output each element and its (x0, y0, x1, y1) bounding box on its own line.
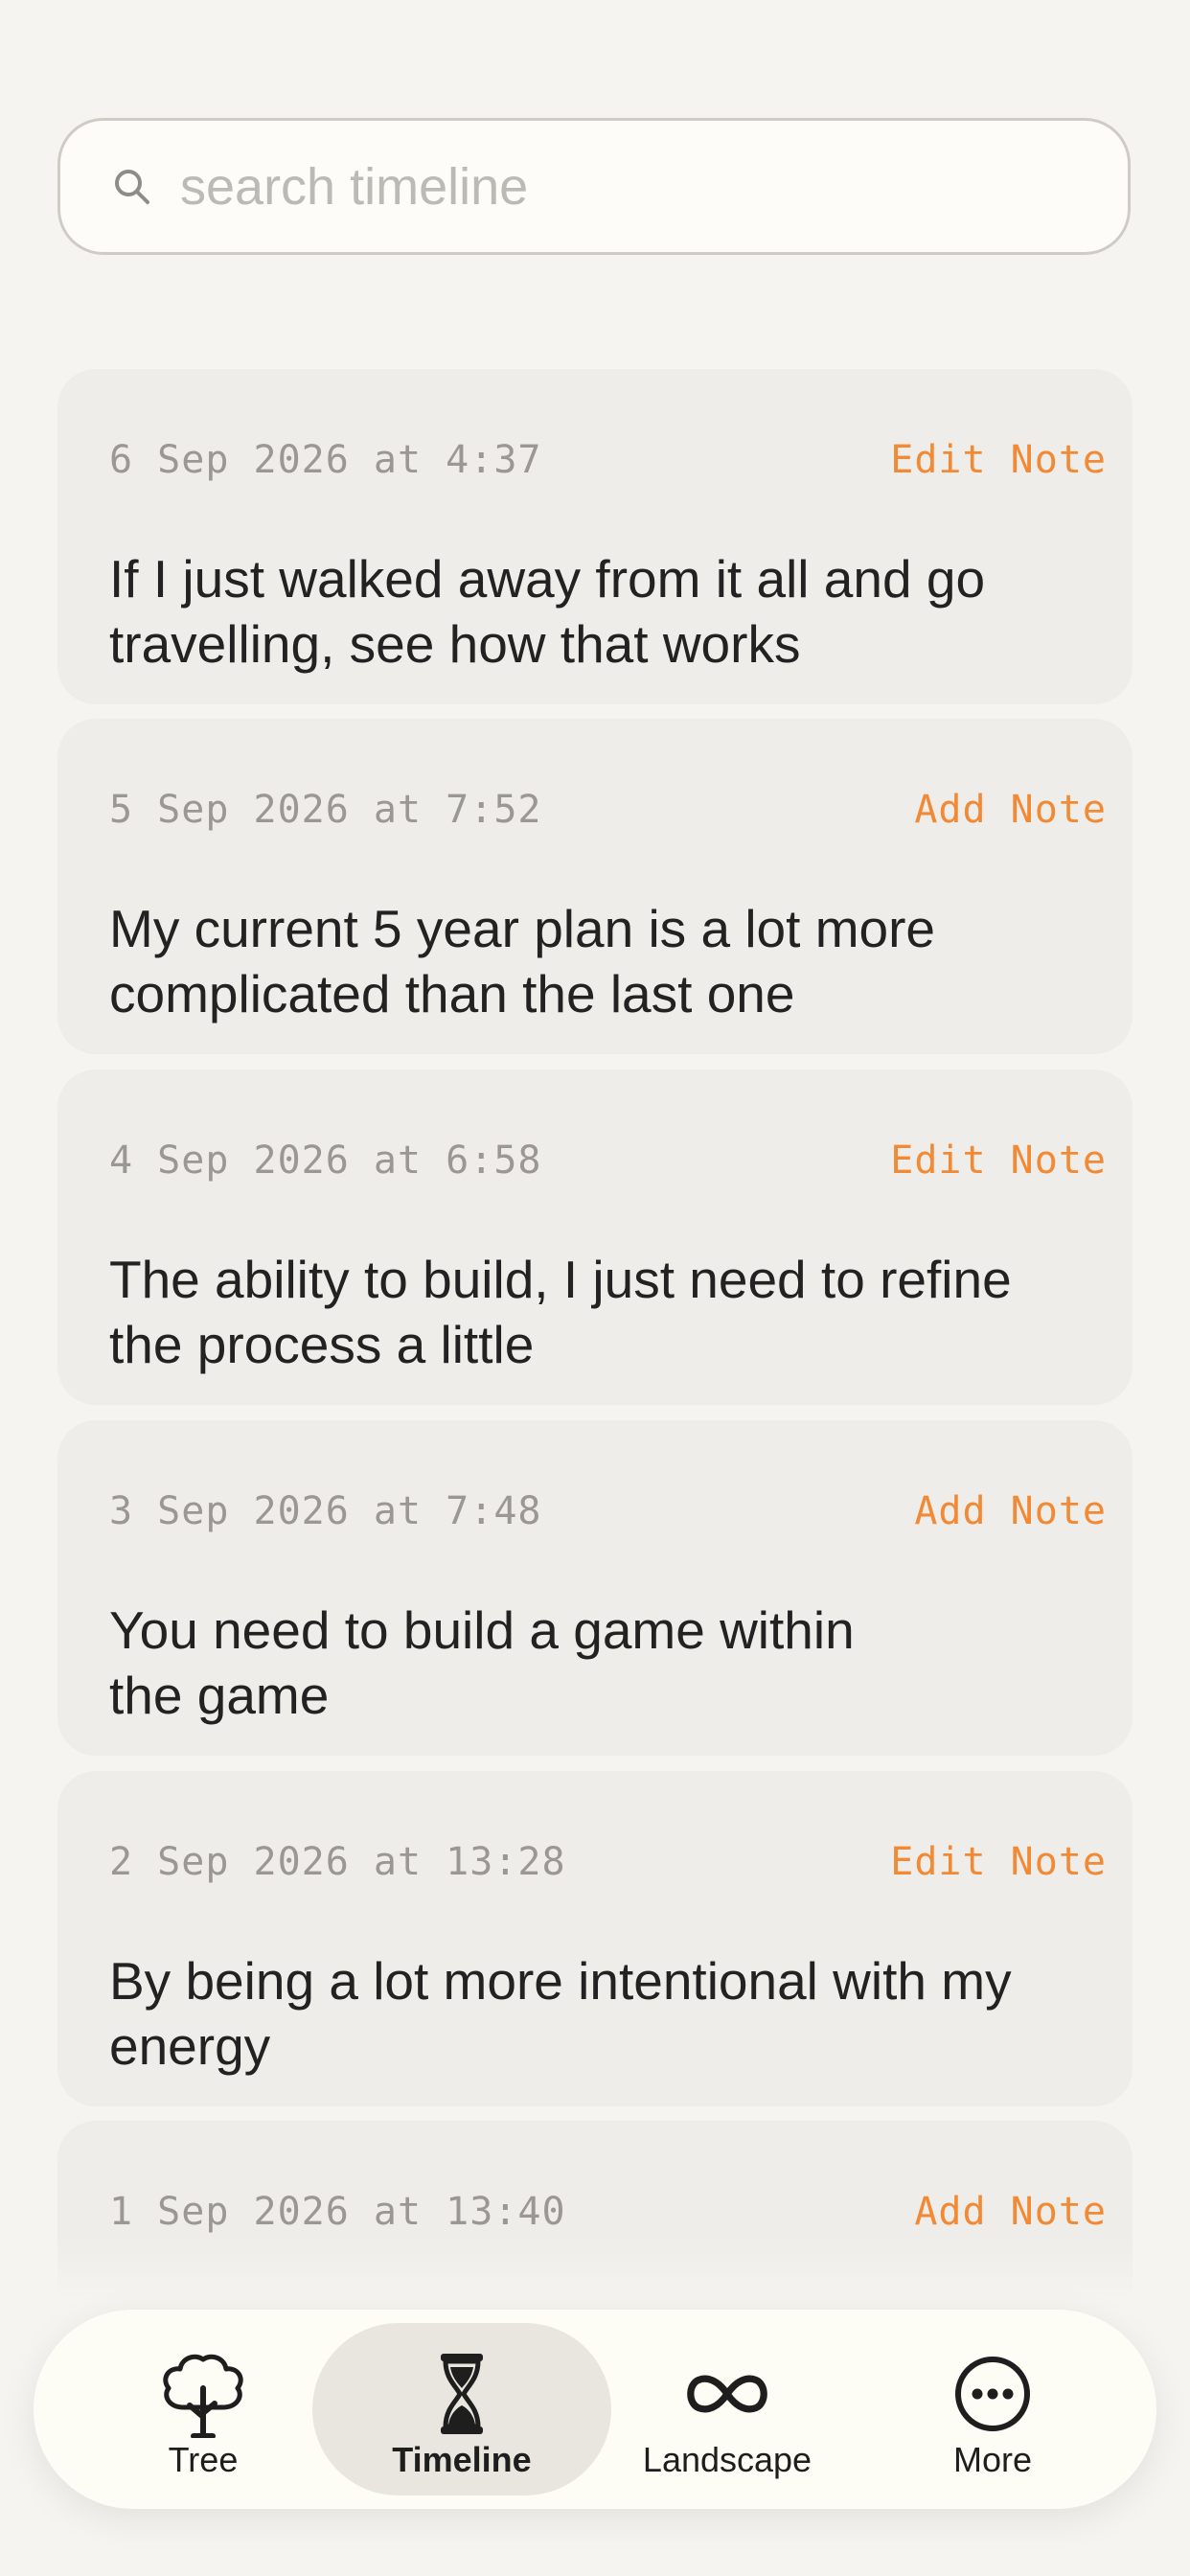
entry-text: If I just walked away from it all and go… (109, 549, 986, 674)
entry-date: 5 Sep 2026 at 7:52 (109, 788, 542, 832)
add-note-button[interactable]: Add Note (914, 2190, 1107, 2234)
search-icon (115, 169, 149, 204)
entry-date: 6 Sep 2026 at 4:37 (109, 438, 542, 482)
hourglass-icon (441, 2354, 483, 2434)
tab-label: More (952, 2440, 1033, 2479)
edit-note-button[interactable]: Edit Note (890, 438, 1107, 482)
add-note-button[interactable]: Add Note (914, 788, 1107, 832)
tab-landscape[interactable]: Landscape (578, 2323, 877, 2496)
entry-date: 1 Sep 2026 at 13:40 (109, 2190, 566, 2234)
tab-timeline[interactable]: Timeline (312, 2323, 611, 2496)
search-input[interactable] (180, 121, 1090, 252)
infinity-icon (687, 2375, 767, 2413)
tab-label: Tree (168, 2440, 239, 2479)
tree-icon (163, 2354, 243, 2438)
tab-tree[interactable]: Tree (54, 2323, 353, 2496)
entry-text: The ability to build, I just need to ref… (109, 1250, 1012, 1374)
more-icon (955, 2357, 1030, 2431)
search-bar[interactable] (57, 118, 1131, 255)
entry-date: 2 Sep 2026 at 13:28 (109, 1840, 566, 1884)
tab-label: Landscape (642, 2440, 812, 2479)
edit-note-button[interactable]: Edit Note (890, 1138, 1107, 1183)
entry-date: 4 Sep 2026 at 6:58 (109, 1138, 542, 1183)
timeline-entry[interactable]: 2 Sep 2026 at 13:28 Edit Note By being a… (57, 1771, 1133, 2106)
entry-text: You need to build a game within the game (109, 1600, 855, 1725)
edit-note-button[interactable]: Edit Note (890, 1840, 1107, 1884)
tab-label: Timeline (392, 2440, 532, 2479)
timeline-entry[interactable]: 5 Sep 2026 at 7:52 Add Note My current 5… (57, 719, 1133, 1054)
timeline-entry[interactable]: 6 Sep 2026 at 4:37 Edit Note If I just w… (57, 369, 1133, 704)
timeline-entry[interactable]: 3 Sep 2026 at 7:48 Add Note You need to … (57, 1420, 1133, 1756)
add-note-button[interactable]: Add Note (914, 1489, 1107, 1533)
tab-more[interactable]: More (843, 2323, 1142, 2496)
timeline-entry[interactable]: 4 Sep 2026 at 6:58 Edit Note The ability… (57, 1070, 1133, 1405)
entry-date: 3 Sep 2026 at 7:48 (109, 1489, 542, 1533)
tab-bar: Tree Timeline Landscape More (34, 2310, 1156, 2509)
entry-text: By being a lot more intentional with my … (109, 1951, 1012, 2076)
entry-text: My current 5 year plan is a lot more com… (109, 899, 936, 1024)
